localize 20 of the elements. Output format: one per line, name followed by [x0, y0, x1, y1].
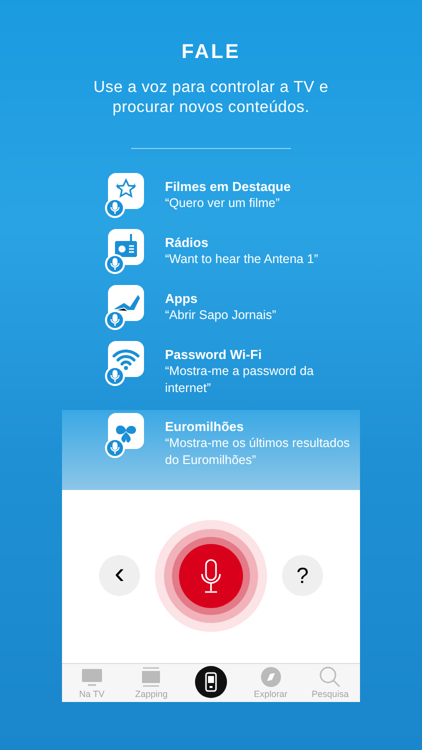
- microphone-icon: [200, 558, 222, 592]
- command-example: “Mostra-me a password da internet”: [165, 363, 315, 397]
- remote-icon: [194, 666, 227, 698]
- command-title: Filmes em Destaque: [165, 178, 292, 195]
- command-example: “Mostra-me os últimos resultados do Euromilhões”: [165, 435, 350, 469]
- tab[interactable]: Zapping: [122, 665, 182, 700]
- command-title: Password Wi-Fi: [165, 346, 263, 363]
- tab[interactable]: Pesquisa: [300, 665, 360, 700]
- command-title: Euromilhões: [165, 418, 245, 435]
- page-title: FALE: [181, 40, 241, 64]
- help-button[interactable]: ?: [282, 555, 323, 596]
- command-example: “Want to hear the Antena 1”: [165, 251, 320, 268]
- tab[interactable]: Na TV: [62, 665, 122, 700]
- tab[interactable]: Explorar: [240, 665, 300, 700]
- subtitle: Use a voz para controlar a TV e procurar novos conteúdos.: [92, 78, 330, 118]
- command-example: “Quero ver um filme”: [165, 195, 281, 212]
- back-button[interactable]: ‹: [99, 555, 140, 596]
- command-example: “Abrir Sapo Jornais”: [165, 307, 278, 324]
- command-title: Rádios: [165, 234, 210, 251]
- command-title: Apps: [165, 290, 198, 307]
